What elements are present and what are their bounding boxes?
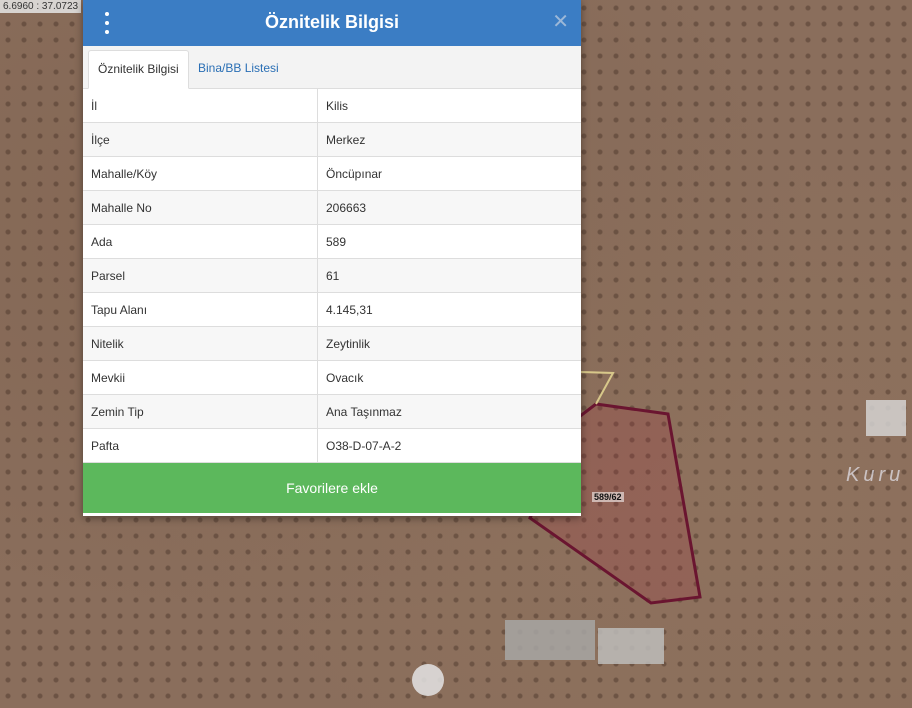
- attribute-value: 4.145,31: [317, 292, 581, 327]
- neighbor-parcel-outline[interactable]: [580, 371, 615, 405]
- tab-bar: Öznitelik Bilgisi Bina/BB Listesi: [83, 46, 581, 89]
- attribute-value: O38-D-07-A-2: [317, 428, 581, 463]
- attribute-key: Mahalle/Köy: [83, 156, 318, 191]
- panel-title: Öznitelik Bilgisi: [264, 12, 400, 32]
- attribute-key: İl: [83, 89, 318, 123]
- building-shape: [505, 620, 595, 660]
- table-row: Zemin Tip Ana Taşınmaz: [83, 394, 581, 429]
- attribute-value: Kilis: [317, 89, 581, 123]
- attribute-value: Ovacık: [317, 360, 581, 395]
- tab-building-list[interactable]: Bina/BB Listesi: [189, 50, 288, 87]
- table-row: Ada 589: [83, 224, 581, 259]
- attribute-key: İlçe: [83, 122, 318, 157]
- attribute-key: Mahalle No: [83, 190, 318, 225]
- coordinate-readout: 6.6960 : 37.0723: [0, 0, 82, 13]
- attribute-value: Öncüpınar: [317, 156, 581, 191]
- attribute-key: Ada: [83, 224, 318, 259]
- attribute-value: 589: [317, 224, 581, 259]
- table-row: Pafta O38-D-07-A-2: [83, 428, 581, 463]
- attribute-value: Ana Taşınmaz: [317, 394, 581, 429]
- water-tank-shape: [412, 664, 444, 696]
- building-shape: [598, 628, 664, 664]
- attribute-key: Pafta: [83, 428, 318, 463]
- attribute-key: Nitelik: [83, 326, 318, 361]
- attribute-key: Tapu Alanı: [83, 292, 318, 327]
- panel-header: Öznitelik Bilgisi ✕: [83, 0, 581, 46]
- table-row: Mevkii Ovacık: [83, 360, 581, 395]
- table-row: Mahalle No 206663: [83, 190, 581, 225]
- add-to-favorites-button[interactable]: Favorilere ekle: [83, 463, 581, 513]
- attribute-info-panel: Öznitelik Bilgisi ✕ Öznitelik Bilgisi Bi…: [83, 0, 581, 516]
- tab-attribute-info[interactable]: Öznitelik Bilgisi: [88, 50, 189, 89]
- attribute-value: Zeytinlik: [317, 326, 581, 361]
- attribute-key: Mevkii: [83, 360, 318, 395]
- table-row: Tapu Alanı 4.145,31: [83, 292, 581, 327]
- table-row: İlçe Merkez: [83, 122, 581, 157]
- attribute-value: 61: [317, 258, 581, 293]
- attribute-value: Merkez: [317, 122, 581, 157]
- attribute-key: Parsel: [83, 258, 318, 293]
- table-row: Mahalle/Köy Öncüpınar: [83, 156, 581, 191]
- parcel-number-label: 589/62: [592, 492, 624, 502]
- building-shape: [866, 400, 906, 436]
- attribute-value: 206663: [317, 190, 581, 225]
- close-icon[interactable]: ✕: [552, 11, 569, 33]
- table-row: Parsel 61: [83, 258, 581, 293]
- attribute-table: İl Kilis İlçe Merkez Mahalle/Köy Öncüpın…: [83, 89, 581, 463]
- table-row: Nitelik Zeytinlik: [83, 326, 581, 361]
- table-row: İl Kilis: [83, 89, 581, 123]
- attribute-key: Zemin Tip: [83, 394, 318, 429]
- place-name-label: Kuru: [846, 464, 905, 486]
